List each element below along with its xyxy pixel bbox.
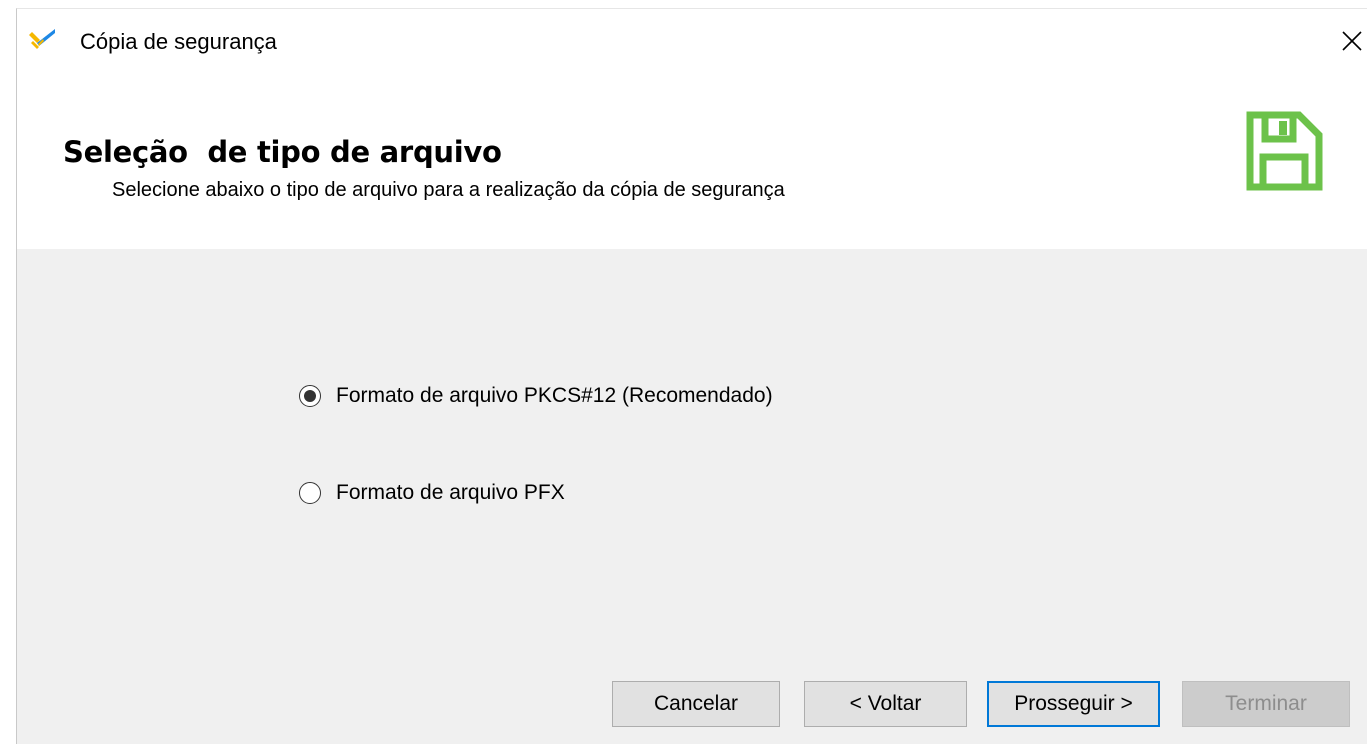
cancel-button[interactable]: Cancelar [612,681,780,727]
floppy-disk-save-icon [1246,111,1323,191]
radio-button[interactable] [299,385,321,407]
finish-button[interactable]: Terminar [1182,681,1350,727]
option-pfx[interactable]: Formato de arquivo PFX [299,481,565,505]
page-subtitle: Selecione abaixo o tipo de arquivo para … [112,179,785,201]
next-button[interactable]: Prosseguir > [987,681,1160,727]
wizard-content: Formato de arquivo PKCS#12 (Recomendado)… [17,249,1367,744]
back-button[interactable]: < Voltar [804,681,967,727]
close-button[interactable] [1337,19,1367,63]
close-icon [1342,31,1362,51]
page-title: Seleção de tipo de arquivo [63,135,502,169]
option-label: Formato de arquivo PKCS#12 (Recomendado) [336,384,773,407]
option-pkcs12[interactable]: Formato de arquivo PKCS#12 (Recomendado) [299,384,773,408]
radio-button[interactable] [299,482,321,504]
option-label: Formato de arquivo PFX [336,481,565,504]
app-logo-icon [29,29,55,49]
title-bar: Cópia de segurança [17,9,1367,81]
window-title: Cópia de segurança [80,29,277,54]
wizard-header: Seleção de tipo de arquivo Selecione aba… [17,81,1367,249]
backup-wizard-window: Cópia de segurança Seleção de tipo de ar… [16,8,1367,744]
radio-selected-dot [304,390,316,402]
